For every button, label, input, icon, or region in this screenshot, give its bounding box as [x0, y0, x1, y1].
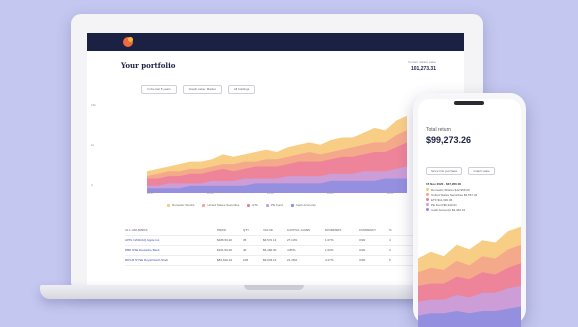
- brand-logo-icon[interactable]: [123, 37, 133, 47]
- table-cell: USD: [359, 248, 366, 252]
- filter-bar: In the last 5 years Graph value: Market …: [141, 85, 256, 94]
- phone-screen: Total return $99,273.26 Since first purc…: [418, 99, 521, 327]
- app-header: [87, 33, 464, 51]
- holding-name[interactable]: DBD NSE Deutsche Bank: [125, 246, 217, 255]
- column-header[interactable]: QTY: [243, 226, 263, 235]
- column-header[interactable]: CAPITAL GAINS: [287, 226, 325, 235]
- series-dot: [426, 198, 429, 201]
- tooltip-row: Domestic Shares $12,956.00: [426, 187, 477, 192]
- legend-swatch: [167, 203, 170, 207]
- holding-name[interactable]: RDS.B NYSE Royal Dutch Shell: [125, 256, 217, 265]
- holding-name[interactable]: APPL NASDAQ Apple Inc.: [125, 236, 217, 245]
- tooltip-label: United States Securities $3,567.32: [431, 192, 478, 197]
- x-tick: 2019: [267, 191, 274, 195]
- legend-item[interactable]: PE Fund: [266, 203, 283, 207]
- column-header[interactable]: VALUE: [263, 226, 287, 235]
- legend-swatch: [290, 203, 294, 207]
- table-cell: 4: [389, 238, 391, 242]
- period-filter[interactable]: In the last 5 years: [141, 85, 177, 94]
- legend-swatch: [202, 203, 206, 207]
- legend-swatch: [247, 203, 251, 207]
- table-cell: 4.85%: [287, 248, 296, 252]
- table-cell: 27.13%: [287, 238, 298, 242]
- table-cell: 4.27%: [325, 258, 334, 262]
- table-cell: $6,572.13: [263, 238, 277, 242]
- legend-item[interactable]: ETF: [247, 203, 258, 207]
- tooltip-label: Domestic Shares $12,956.00: [431, 187, 470, 192]
- tooltip-row: United States Securities $3,567.32: [426, 192, 477, 197]
- legend-item[interactable]: Domestic Stocks: [167, 203, 194, 207]
- legend-label: Cash Accounts: [295, 203, 316, 207]
- table-cell: 3: [389, 248, 391, 252]
- total-return-label: Total return: [426, 127, 452, 133]
- table-cell: 35: [243, 238, 247, 242]
- legend-label: United States Securities: [207, 203, 240, 207]
- legend-label: PE Fund: [271, 203, 283, 207]
- graph-value-filter[interactable]: Graph value: Market: [182, 85, 222, 94]
- phone-filter-bar: Since first purchase Graph value: [426, 167, 495, 175]
- tooltip-row: Cash Accounts $3,462.01: [426, 207, 477, 212]
- series-dot: [426, 193, 429, 196]
- holdings-filter[interactable]: All holdings: [227, 85, 256, 94]
- table-header-row: ALL HOLDINGS PRICE QTY VALUE CAPITAL GAI…: [125, 226, 455, 236]
- chart-legend: Domestic Stocks United States Securities…: [167, 203, 316, 207]
- y-tick: 15k: [91, 103, 96, 107]
- holdings-table: ALL HOLDINGS PRICE QTY VALUE CAPITAL GAI…: [125, 226, 455, 266]
- table-cell: USD: [359, 258, 366, 262]
- column-header[interactable]: %: [389, 226, 409, 235]
- phone-notch: [454, 101, 484, 105]
- table-cell: $9,033.14: [263, 258, 277, 262]
- column-header[interactable]: CURRENCY: [359, 226, 389, 235]
- graph-value-filter[interactable]: Graph value: [468, 167, 495, 175]
- phone-tooltip-legend: 15 Nov 2020 · $37,956.00 Domestic Shares…: [426, 182, 477, 212]
- legend-item[interactable]: Cash Accounts: [290, 203, 316, 207]
- series-dot: [426, 188, 429, 191]
- table-cell: $186.50.20: [217, 238, 233, 242]
- legend-label: Domestic Stocks: [172, 203, 195, 207]
- legend-swatch: [266, 203, 270, 207]
- series-dot: [426, 208, 429, 211]
- table-cell: $6,460.00: [263, 248, 277, 252]
- table-cell: $161.50.00: [217, 248, 233, 252]
- table-row[interactable]: DBD NSE Deutsche Bank $161.50.00 40 $6,4…: [125, 246, 455, 256]
- table-row[interactable]: RDS.B NYSE Royal Dutch Shell $83,640.19 …: [125, 256, 455, 266]
- column-header[interactable]: ALL HOLDINGS: [125, 226, 217, 235]
- table-cell: 1.07%: [325, 238, 334, 242]
- legend-item[interactable]: United States Securities: [202, 203, 239, 207]
- portfolio-chart: [127, 103, 417, 213]
- y-tick: 0: [91, 183, 93, 187]
- x-tick: 2017: [147, 191, 154, 195]
- x-tick: 2021: [387, 191, 394, 195]
- laptop-notch: [244, 285, 304, 290]
- x-tick: 2018: [207, 191, 214, 195]
- tooltip-label: ETF $11,330.06: [431, 197, 453, 202]
- table-cell: 40: [243, 248, 247, 252]
- series-dot: [426, 203, 429, 206]
- table-cell: USD: [359, 238, 366, 242]
- phone-chart-svg: [418, 226, 521, 327]
- tooltip-label: PE Fund $6,340.01: [431, 202, 457, 207]
- period-filter[interactable]: Since first purchase: [426, 167, 463, 175]
- total-return-value: $99,273.26: [426, 135, 472, 145]
- legend-label: ETF: [252, 203, 259, 207]
- summary-label: Current market value: [407, 60, 436, 64]
- y-tick: 1k: [91, 143, 95, 147]
- table-cell: 108: [243, 258, 249, 262]
- table-cell: $83,640.19: [217, 258, 233, 262]
- summary-value: 101,273.31: [410, 66, 436, 72]
- laptop-screen: Your portfolio Current market value 101,…: [87, 33, 464, 287]
- column-header[interactable]: DIVIDENDS: [325, 226, 359, 235]
- x-tick: 2020: [327, 191, 334, 195]
- table-cell: 21.46%: [287, 258, 298, 262]
- table-cell: 1.00%: [325, 248, 334, 252]
- page-title: Your portfolio: [121, 61, 176, 70]
- table-cell: 5: [389, 258, 391, 262]
- tooltip-label: Cash Accounts $3,462.01: [431, 207, 466, 212]
- table-row[interactable]: APPL NASDAQ Apple Inc. $186.50.20 35 $6,…: [125, 236, 455, 246]
- portfolio-chart-svg: [147, 115, 407, 193]
- column-header[interactable]: PRICE: [217, 226, 243, 235]
